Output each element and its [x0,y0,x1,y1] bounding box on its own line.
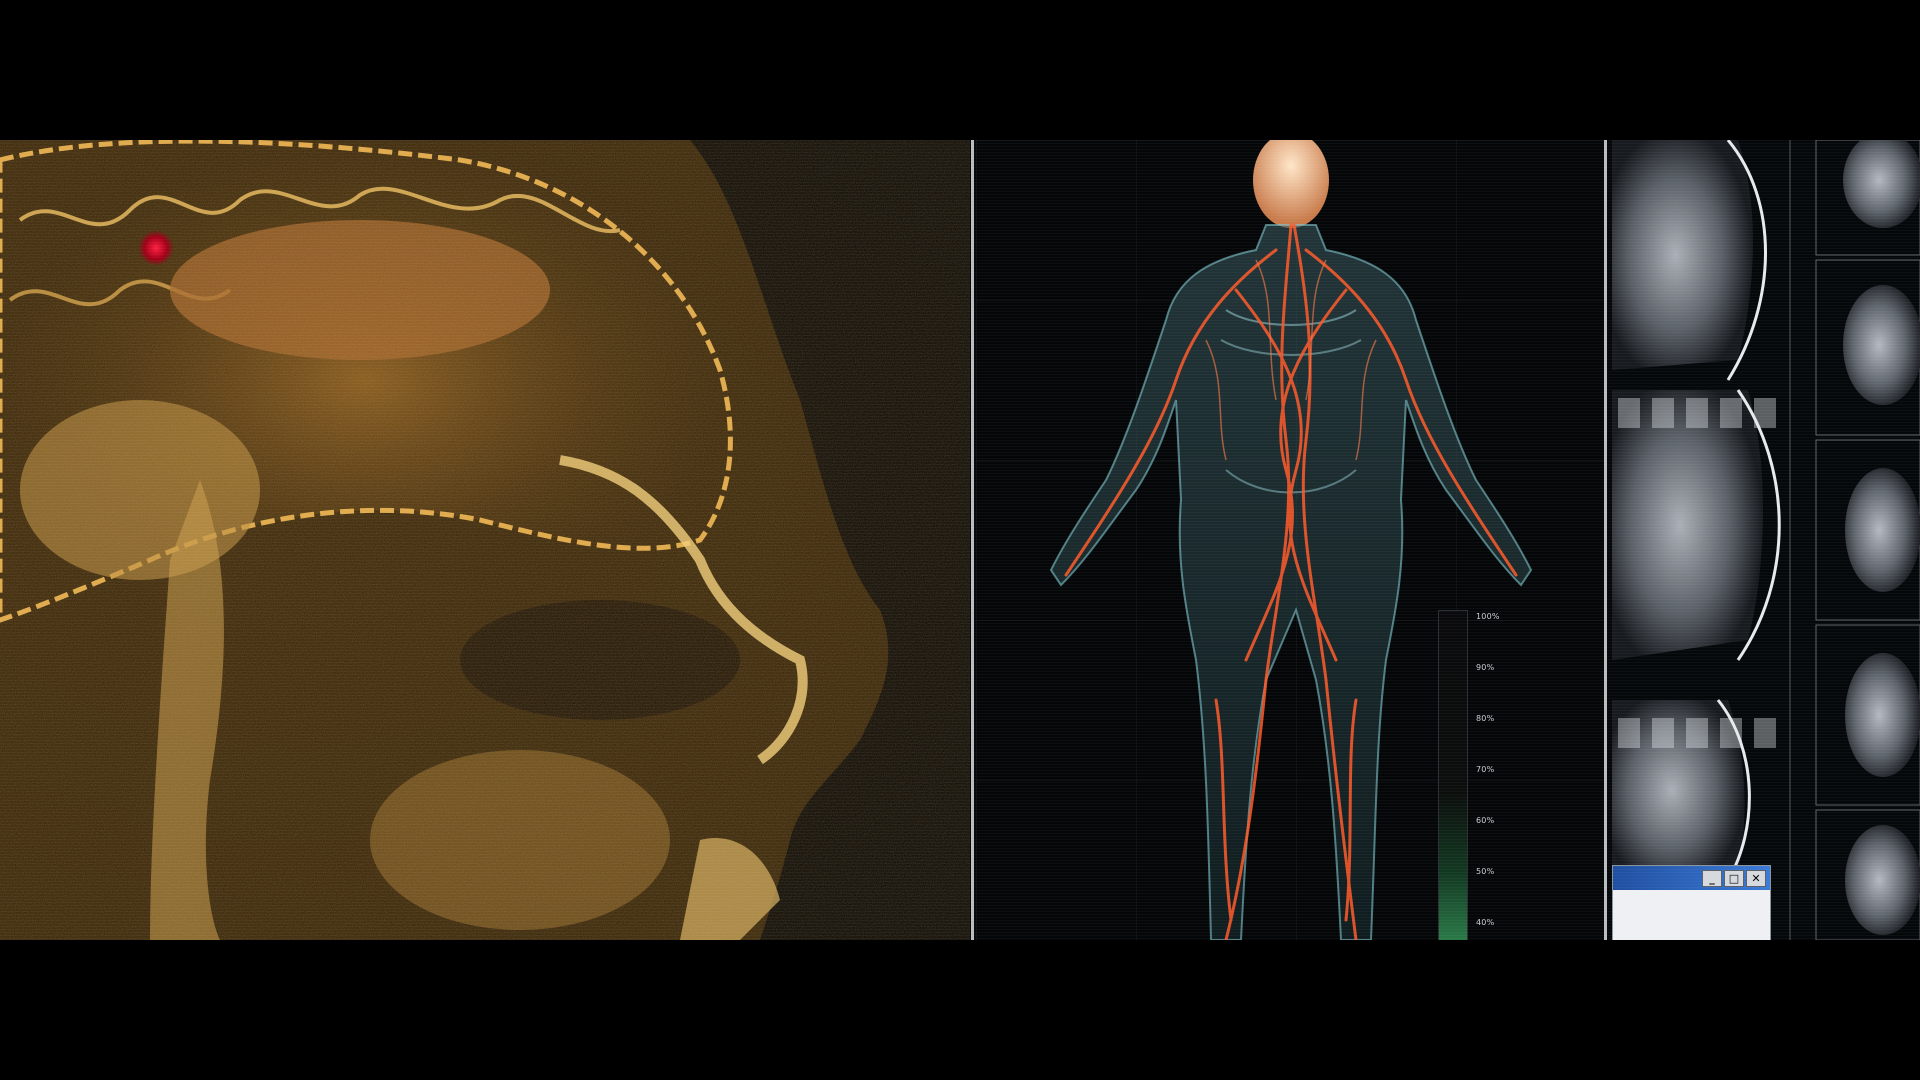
close-button[interactable]: ✕ [1746,869,1766,887]
large-slice-column [1612,140,1781,881]
mini-window-body [1613,890,1770,940]
mini-window-titlebar[interactable]: _ □ ✕ [1613,866,1770,890]
scale-label-70: 70% [1476,765,1495,774]
slice-tag-row-2 [1618,718,1788,748]
scale-label-50: 50% [1476,867,1495,876]
display-stage: 100% 90% 80% 70% 60% 50% 40% _ □ ✕ [0,140,1920,940]
letterbox-top [0,0,1920,140]
body-vascular-panel[interactable] [976,140,1604,940]
slice-tag-row-1 [1618,398,1788,428]
mri-sagittal-panel[interactable] [0,140,970,940]
scale-label-60: 60% [1476,816,1495,825]
small-slices [1843,140,1920,935]
saturation-scale-bar [1438,610,1468,940]
mini-window[interactable]: _ □ ✕ [1612,865,1771,940]
vascular-body-figure [1049,140,1533,940]
scale-label-80: 80% [1476,714,1495,723]
maximize-button[interactable]: □ [1724,869,1744,887]
lesion-marker-icon[interactable] [138,230,174,266]
axial-scans-panel[interactable] [1608,140,1920,940]
panel-divider-left [971,140,974,940]
axial-slice-strip [1612,140,1920,940]
panel-divider-right [1604,140,1607,940]
letterbox-bottom [0,940,1920,1080]
scale-label-90: 90% [1476,663,1495,672]
scale-label-40: 40% [1476,918,1495,927]
minimize-button[interactable]: _ [1702,869,1722,887]
scale-label-100: 100% [1476,612,1500,621]
